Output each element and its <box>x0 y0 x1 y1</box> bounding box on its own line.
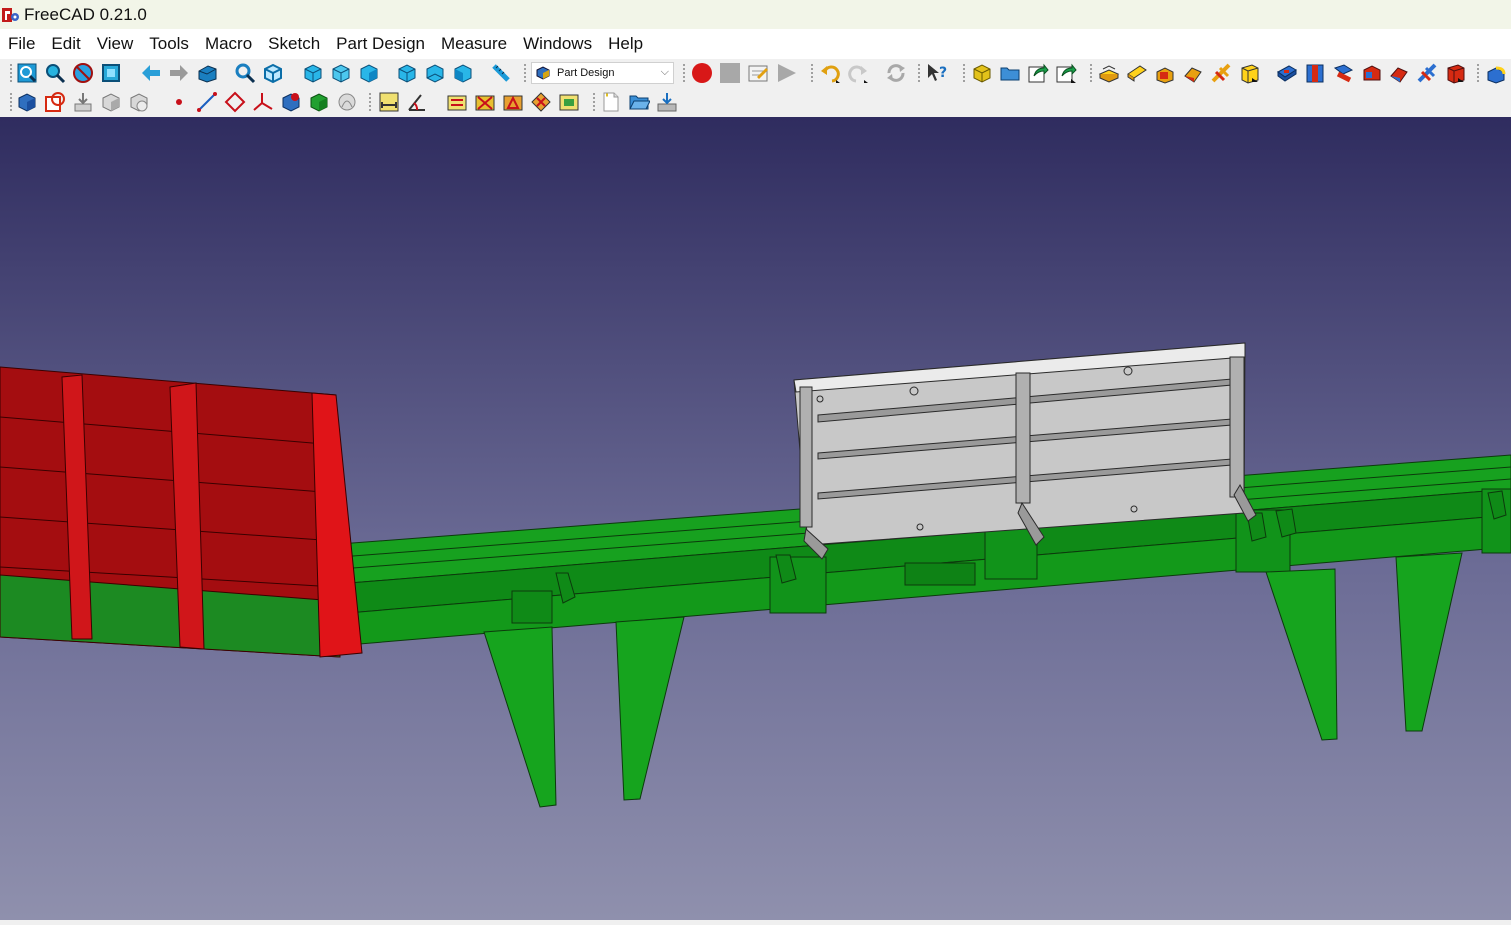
pad-icon[interactable] <box>1098 62 1120 84</box>
hole-icon[interactable] <box>1304 62 1326 84</box>
toolbar-grip[interactable] <box>810 63 814 83</box>
toolbar-grip[interactable] <box>523 63 527 83</box>
subtractive-primitive-icon[interactable] <box>1444 62 1466 84</box>
workbench-selector[interactable]: Part Design ⌵ <box>531 62 674 84</box>
freecad-logo-icon <box>2 7 19 22</box>
measure-distance-icon[interactable] <box>490 62 512 84</box>
view-menu-icon[interactable] <box>196 62 218 84</box>
measure-linear-icon[interactable] <box>378 91 400 113</box>
create-part-icon[interactable] <box>971 62 993 84</box>
title-bar: FreeCAD 0.21.0 <box>0 0 1511 29</box>
macro-edit-icon[interactable] <box>747 62 769 84</box>
subtractive-loft-icon[interactable] <box>1360 62 1382 84</box>
toolbar-grip[interactable] <box>917 63 921 83</box>
menu-file[interactable]: File <box>0 29 43 59</box>
link-actions-icon[interactable] <box>1055 62 1077 84</box>
menu-view[interactable]: View <box>89 29 142 59</box>
front-view-icon[interactable] <box>302 62 324 84</box>
shape-binder-icon[interactable] <box>100 91 122 113</box>
toggle-delta-icon[interactable] <box>502 91 524 113</box>
create-sketch-icon[interactable] <box>44 91 66 113</box>
clone-icon[interactable] <box>128 91 150 113</box>
refresh-icon[interactable] <box>885 62 907 84</box>
macro-stop-icon[interactable] <box>719 62 741 84</box>
toolbar-row-1: Part Design ⌵ ? <box>0 59 1511 88</box>
menu-windows[interactable]: Windows <box>515 29 600 59</box>
toolbar-row-2 <box>0 88 1511 117</box>
right-view-icon[interactable] <box>358 62 380 84</box>
chevron-down-icon: ⌵ <box>660 66 669 78</box>
menu-bar: File Edit View Tools Macro Sketch Part D… <box>0 29 1511 59</box>
top-view-icon[interactable] <box>330 62 352 84</box>
datum-point-icon[interactable] <box>168 91 190 113</box>
toolbar-grip[interactable] <box>9 92 13 112</box>
redo-icon[interactable] <box>847 62 869 84</box>
bounding-sphere-icon[interactable] <box>336 91 358 113</box>
subshape-icon[interactable] <box>308 91 330 113</box>
left-view-icon[interactable] <box>452 62 474 84</box>
additive-loft-icon[interactable] <box>1154 62 1176 84</box>
datum-plane-icon[interactable] <box>224 91 246 113</box>
svg-text:?: ? <box>939 65 947 81</box>
macro-record-icon[interactable] <box>691 62 713 84</box>
subtractive-pipe-icon[interactable] <box>1388 62 1410 84</box>
bounding-box-icon[interactable] <box>100 62 122 84</box>
subtractive-helix-icon[interactable] <box>1416 62 1438 84</box>
red-side-panel <box>0 366 363 658</box>
macro-execute-icon[interactable] <box>775 62 797 84</box>
menu-help[interactable]: Help <box>600 29 651 59</box>
new-file-icon[interactable] <box>600 91 622 113</box>
3d-viewport[interactable] <box>0 117 1511 920</box>
additive-primitive-icon[interactable] <box>1238 62 1260 84</box>
menu-tools[interactable]: Tools <box>141 29 197 59</box>
sub-shape-binder-icon[interactable] <box>280 91 302 113</box>
3d-scene <box>0 342 1511 808</box>
part-design-workbench-icon <box>536 66 550 80</box>
create-body-icon[interactable] <box>16 91 38 113</box>
create-link-icon[interactable] <box>1027 62 1049 84</box>
menu-edit[interactable]: Edit <box>43 29 88 59</box>
groove-icon[interactable] <box>1332 62 1354 84</box>
create-group-icon[interactable] <box>999 62 1021 84</box>
axonometric-icon[interactable] <box>262 62 284 84</box>
revolution-icon[interactable] <box>1126 62 1148 84</box>
back-arrow-icon[interactable] <box>140 62 162 84</box>
toolbar-grip[interactable] <box>1089 63 1093 83</box>
toolbar-grip[interactable] <box>962 63 966 83</box>
pocket-icon[interactable] <box>1276 62 1298 84</box>
undo-icon[interactable] <box>819 62 841 84</box>
fillet-icon[interactable] <box>1485 62 1507 84</box>
refresh-measure-icon[interactable] <box>558 91 580 113</box>
isometric-icon[interactable] <box>234 62 256 84</box>
menu-measure[interactable]: Measure <box>433 29 515 59</box>
workbench-selected-label: Part Design <box>557 67 615 79</box>
menu-part-design[interactable]: Part Design <box>328 29 433 59</box>
whats-this-icon[interactable]: ? <box>926 62 948 84</box>
validate-sketch-icon[interactable] <box>72 91 94 113</box>
save-file-icon[interactable] <box>656 91 678 113</box>
additive-pipe-icon[interactable] <box>1182 62 1204 84</box>
local-coordinate-system-icon[interactable] <box>252 91 274 113</box>
toolbar-grip[interactable] <box>682 63 686 83</box>
menu-macro[interactable]: Macro <box>197 29 260 59</box>
fit-selection-icon[interactable] <box>44 62 66 84</box>
toggle-all-icon[interactable] <box>446 91 468 113</box>
toggle-3d-icon[interactable] <box>474 91 496 113</box>
toolbar-grip[interactable] <box>368 92 372 112</box>
forward-arrow-icon[interactable] <box>168 62 190 84</box>
menu-sketch[interactable]: Sketch <box>260 29 328 59</box>
additive-helix-icon[interactable] <box>1210 62 1232 84</box>
toolbar-grip[interactable] <box>592 92 596 112</box>
rear-view-icon[interactable] <box>396 62 418 84</box>
fit-all-icon[interactable] <box>16 62 38 84</box>
toolbar-grip[interactable] <box>1476 63 1480 83</box>
open-file-icon[interactable] <box>628 91 650 113</box>
toolbar-grip[interactable] <box>9 63 13 83</box>
bottom-view-icon[interactable] <box>424 62 446 84</box>
clear-all-icon[interactable] <box>530 91 552 113</box>
draw-style-icon[interactable] <box>72 62 94 84</box>
datum-line-icon[interactable] <box>196 91 218 113</box>
measure-angular-icon[interactable] <box>406 91 428 113</box>
window-title: FreeCAD 0.21.0 <box>24 4 147 24</box>
